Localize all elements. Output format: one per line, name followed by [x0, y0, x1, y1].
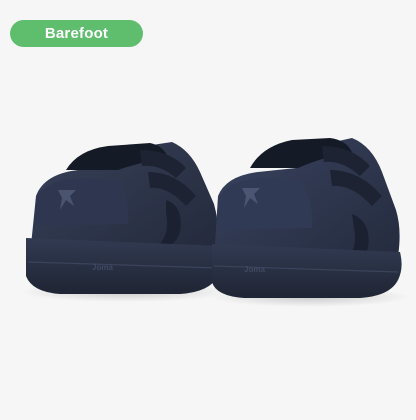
right-shoe: Joma	[212, 138, 402, 298]
right-sole-brand-text: Joma	[244, 265, 265, 274]
product-image: Joma Joma	[20, 138, 410, 307]
left-sole-brand-text: Joma	[92, 263, 113, 272]
barefoot-badge: Barefoot	[10, 20, 143, 47]
product-card[interactable]: Joma Joma Barefoot	[0, 0, 416, 420]
left-shoe: Joma	[26, 142, 222, 294]
